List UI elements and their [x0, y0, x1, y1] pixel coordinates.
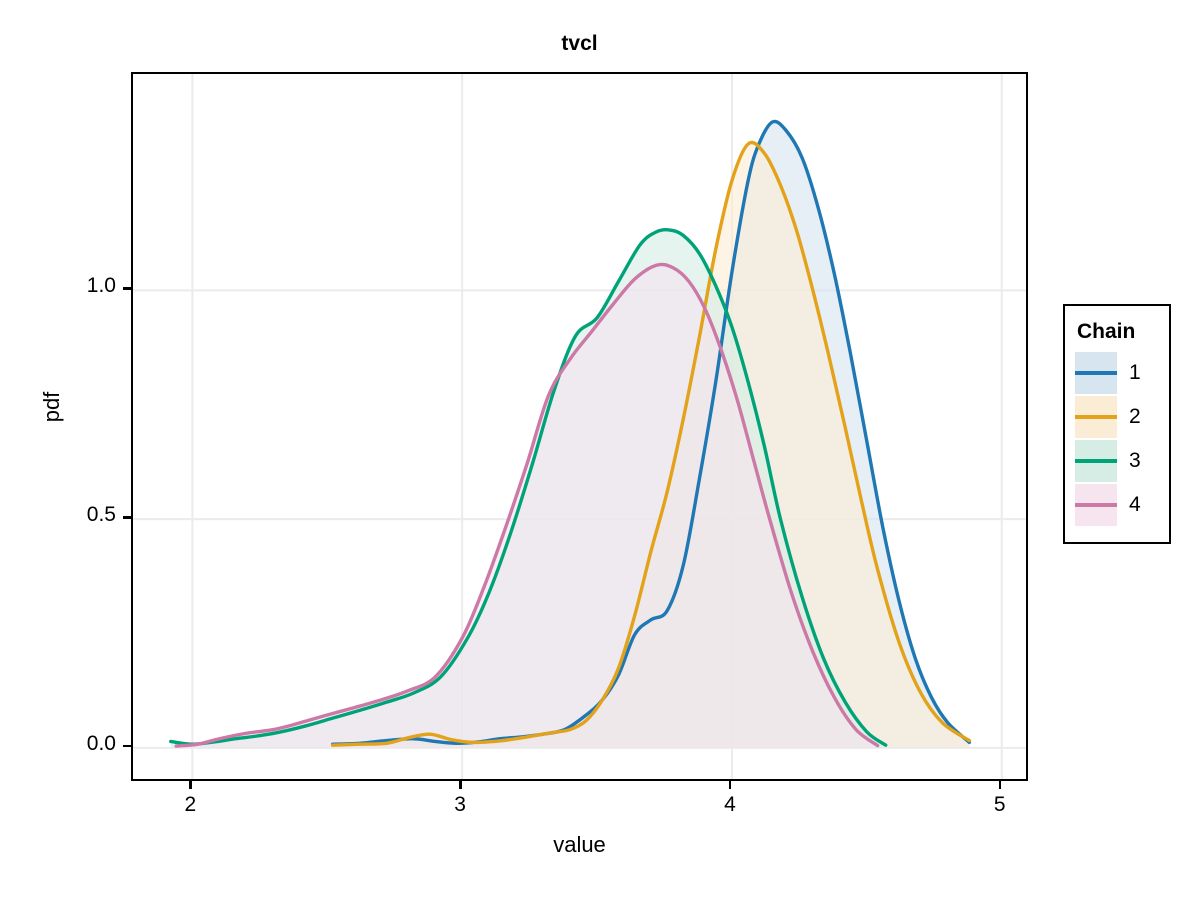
legend: Chain 1 2 3 4 [1063, 304, 1171, 544]
legend-key-line [1075, 371, 1117, 375]
legend-item-chain-2[interactable]: 2 [1075, 396, 1159, 438]
x-tick-label: 5 [993, 793, 1006, 816]
y-tick-mark [123, 744, 131, 748]
x-axis-label: value [553, 832, 606, 857]
x-tick-mark [998, 781, 1002, 789]
legend-title: Chain [1077, 320, 1136, 343]
legend-item-label: 1 [1129, 361, 1141, 384]
plot-panel [131, 72, 1028, 781]
page-title: tvcl [561, 32, 598, 55]
x-tick-mark [189, 781, 192, 789]
y-tick-mark [123, 516, 131, 519]
legend-item-label: 4 [1129, 493, 1141, 516]
legend-item-chain-1[interactable]: 1 [1075, 352, 1159, 394]
x-tick-label: 3 [454, 793, 466, 816]
x-tick-label: 2 [184, 793, 197, 816]
density-plot-figure: tvcl pdf value 0.0 0.5 1.0 2 3 4 5 Chain 1 2 3 4 [0, 0, 1200, 900]
plot-canvas [133, 74, 1026, 779]
legend-key-swatch [1075, 440, 1117, 482]
y-tick-label: 1.0 [86, 274, 116, 298]
legend-item-label: 2 [1129, 405, 1141, 428]
y-axis-label: pdf [39, 391, 64, 423]
legend-key-line [1075, 459, 1117, 463]
legend-item-label: 3 [1129, 449, 1141, 472]
legend-key-swatch [1075, 352, 1117, 394]
legend-item-chain-4[interactable]: 4 [1075, 484, 1159, 526]
legend-entries: 1 2 3 4 [1075, 352, 1159, 526]
legend-key-line [1075, 503, 1117, 507]
y-tick-mark [123, 287, 131, 290]
legend-key-line [1075, 415, 1117, 419]
y-tick-label: 0.0 [86, 731, 116, 755]
legend-key-swatch [1075, 396, 1117, 438]
x-tick-mark [459, 781, 462, 789]
y-tick-label: 0.5 [86, 503, 116, 527]
legend-item-chain-3[interactable]: 3 [1075, 440, 1159, 482]
x-tick-label: 4 [724, 793, 736, 816]
legend-key-swatch [1075, 484, 1117, 526]
density-chart-svg [133, 74, 1026, 779]
x-tick-mark [728, 781, 732, 789]
